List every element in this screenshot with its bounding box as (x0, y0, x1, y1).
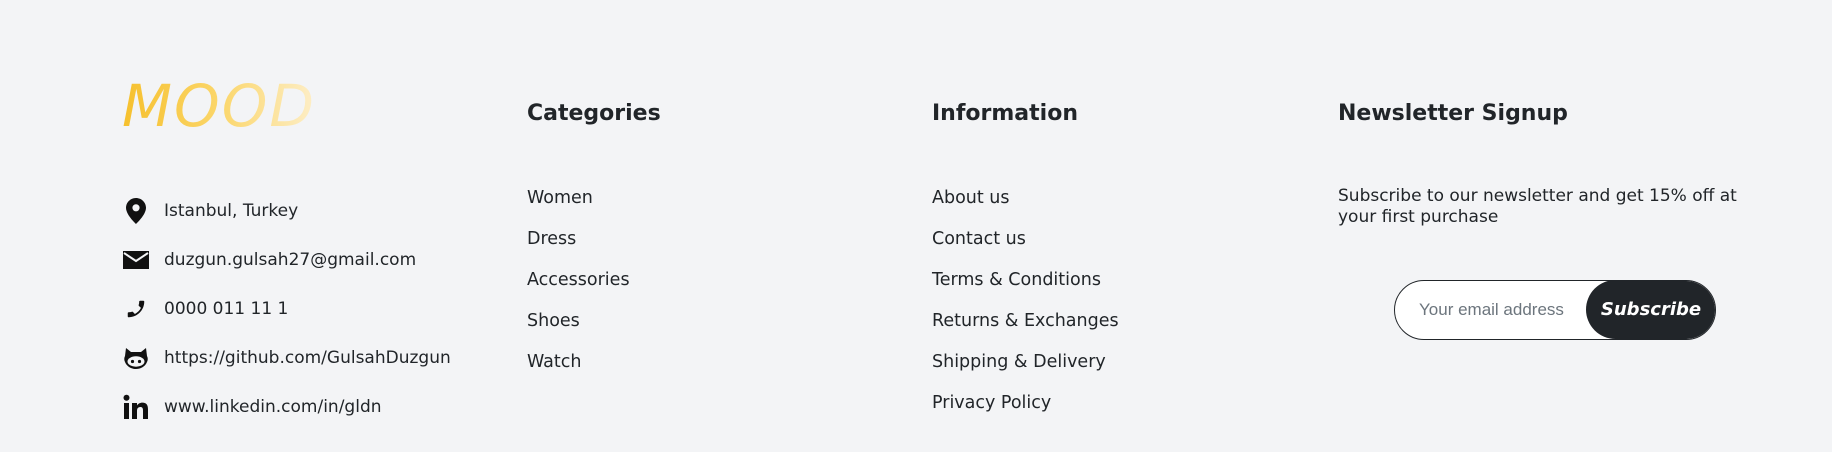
category-link-shoes[interactable]: Shoes (527, 311, 580, 331)
info-link-terms[interactable]: Terms & Conditions (932, 270, 1101, 290)
contact-item-location: Istanbul, Turkey (122, 186, 451, 235)
location-pin-icon (122, 197, 150, 225)
list-item: Accessories (527, 268, 630, 309)
contact-item-phone[interactable]: 0000 011 11 1 (122, 284, 451, 333)
contact-linkedin-link[interactable]: www.linkedin.com/in/gldn (164, 396, 382, 418)
list-item: Shipping & Delivery (932, 350, 1119, 391)
contact-phone-text[interactable]: 0000 011 11 1 (164, 298, 288, 320)
categories-list: Women Dress Accessories Shoes Watch (527, 186, 630, 391)
github-icon (122, 344, 150, 372)
list-item: Returns & Exchanges (932, 309, 1119, 350)
email-input[interactable] (1395, 281, 1585, 338)
contact-location-text: Istanbul, Turkey (164, 200, 299, 221)
information-title: Information (932, 101, 1078, 126)
category-link-dress[interactable]: Dress (527, 229, 576, 249)
list-item: Watch (527, 350, 630, 391)
information-list: About us Contact us Terms & Conditions R… (932, 186, 1119, 432)
list-item: Privacy Policy (932, 391, 1119, 432)
linkedin-icon (122, 393, 150, 421)
envelope-icon (122, 246, 150, 274)
contact-email-link[interactable]: duzgun.gulsah27@gmail.com (164, 249, 416, 271)
contact-github-link[interactable]: https://github.com/GulsahDuzgun (164, 347, 451, 369)
contact-item-linkedin[interactable]: www.linkedin.com/in/gldn (122, 382, 451, 431)
list-item: Women (527, 186, 630, 227)
phone-icon (122, 295, 150, 323)
list-item: Shoes (527, 309, 630, 350)
contact-item-github[interactable]: https://github.com/GulsahDuzgun (122, 333, 451, 382)
category-link-women[interactable]: Women (527, 188, 593, 208)
newsletter-title: Newsletter Signup (1338, 101, 1568, 126)
categories-title: Categories (527, 101, 661, 126)
info-link-shipping[interactable]: Shipping & Delivery (932, 352, 1106, 372)
newsletter-form: Subscribe (1394, 280, 1716, 340)
list-item: About us (932, 186, 1119, 227)
list-item: Dress (527, 227, 630, 268)
category-link-watch[interactable]: Watch (527, 352, 581, 372)
contact-item-email[interactable]: duzgun.gulsah27@gmail.com (122, 235, 451, 284)
info-link-privacy[interactable]: Privacy Policy (932, 393, 1051, 413)
info-link-contact-us[interactable]: Contact us (932, 229, 1026, 249)
subscribe-button[interactable]: Subscribe (1586, 281, 1715, 339)
contact-list: Istanbul, Turkey duzgun.gulsah27@gmail.c… (122, 186, 451, 431)
site-footer: MOOD Istanbul, Turkey duzgun.gulsah27@gm… (0, 0, 1832, 452)
list-item: Contact us (932, 227, 1119, 268)
list-item: Terms & Conditions (932, 268, 1119, 309)
category-link-accessories[interactable]: Accessories (527, 270, 630, 290)
newsletter-description: Subscribe to our newsletter and get 15% … (1338, 186, 1737, 227)
info-link-about-us[interactable]: About us (932, 188, 1010, 208)
info-link-returns[interactable]: Returns & Exchanges (932, 311, 1119, 331)
mood-logo[interactable]: MOOD (122, 74, 316, 138)
